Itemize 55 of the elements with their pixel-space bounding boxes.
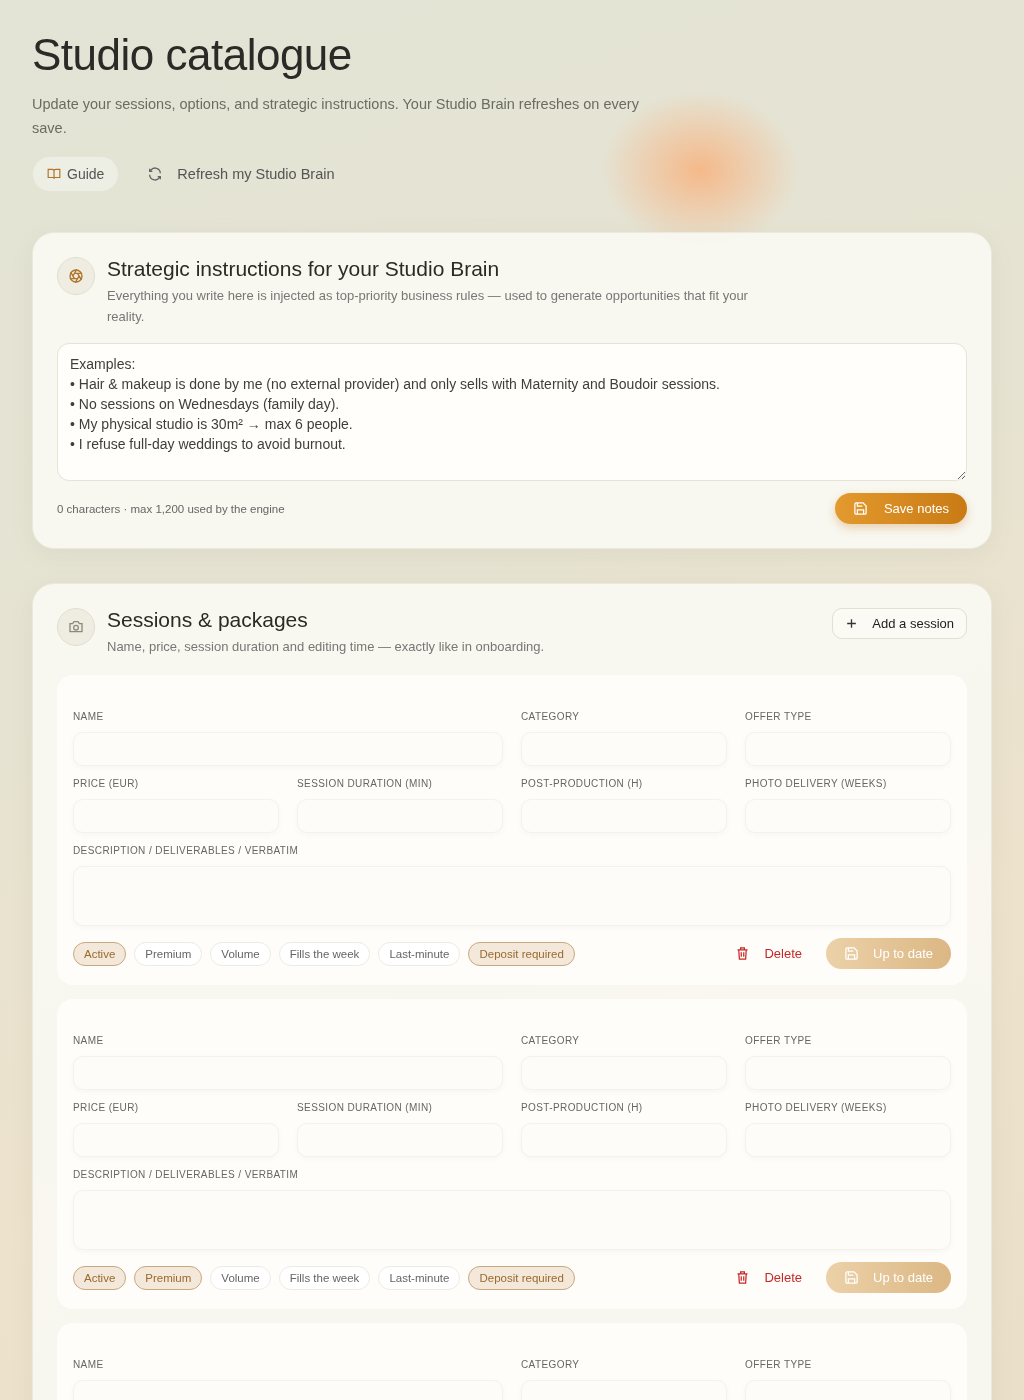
tag-chip[interactable]: Premium [134, 1265, 203, 1290]
book-icon [47, 167, 61, 181]
refresh-icon [147, 166, 164, 182]
section-description: Everything you write here is injected as top-priority business rules — used to generate opportunities that fit your reality. [107, 287, 749, 326]
tag-chip[interactable]: Volume [210, 941, 271, 966]
field-label: POST-PRODUCTION (H) [521, 778, 644, 789]
notes-field[interactable]: Examples: • Hair & makeup is done by me (no external provider) and only sells with Maternity and Boudoir sessions. • No sessions on Wednesdays (family day). • My physical studio is 30m² → max 6 people. • I refuse full-day weddings to avoid burnout. [57, 343, 967, 481]
section-description: Name, price, session duration and editing time — exactly like in onboarding. [107, 638, 546, 656]
field-label: CATEGORY [521, 1359, 581, 1370]
field-label: DESCRIPTION / DELIVERABLES / VERBATIM [73, 845, 300, 856]
trash-icon [735, 946, 751, 961]
field-label: PHOTO DELIVERY (WEEKS) [745, 1102, 888, 1113]
tag-chip[interactable]: Volume [210, 1265, 271, 1290]
save-icon [852, 501, 868, 516]
field-label: OFFER TYPE [745, 1035, 813, 1046]
character-counter: 0 characters · max 1,200 used by the engine [57, 502, 285, 515]
page-subtitle: Update your sessions, options, and strategic instructions. Your Studio Brain refreshes on every save. [32, 95, 640, 138]
field-label: OFFER TYPE [745, 1359, 813, 1370]
aperture-icon [57, 257, 95, 295]
field-label: SESSION DURATION (MIN) [297, 1102, 434, 1113]
field-label: POST-PRODUCTION (H) [521, 1102, 644, 1113]
tag-chip[interactable]: Deposit required [468, 1265, 575, 1290]
field-label: NAME [73, 1359, 105, 1370]
section-title: Sessions & packages [107, 608, 309, 632]
field-label: OFFER TYPE [745, 711, 813, 722]
section-title: Strategic instructions for your Studio Brain [107, 257, 501, 281]
tag-chip[interactable]: Fills the week [278, 941, 371, 966]
trash-icon [735, 1270, 751, 1285]
field-label: NAME [73, 711, 105, 722]
tag-chip[interactable]: Deposit required [468, 941, 575, 966]
tag-chip[interactable]: Active [73, 1265, 127, 1290]
field-label: PRICE (EUR) [73, 1102, 140, 1113]
field-label: DESCRIPTION / DELIVERABLES / VERBATIM [73, 1169, 300, 1180]
add-session-button[interactable]: Add a session [832, 608, 967, 639]
camera-icon [57, 608, 95, 646]
tag-chip[interactable]: Premium [134, 941, 203, 966]
refresh-button[interactable]: Refresh my Studio Brain [139, 158, 343, 190]
tag-chip[interactable]: Last-minute [378, 941, 461, 966]
delete-button[interactable]: Delete [729, 945, 808, 962]
guide-button[interactable]: Guide [32, 156, 120, 192]
save-icon [844, 1270, 859, 1285]
tag-chip[interactable]: Last-minute [378, 1265, 461, 1290]
field-label: SESSION DURATION (MIN) [297, 778, 434, 789]
save-notes-button[interactable]: Save notes [834, 493, 967, 524]
delete-button[interactable]: Delete [729, 1269, 808, 1286]
field-label: CATEGORY [521, 711, 581, 722]
tag-chip[interactable]: Active [73, 941, 127, 966]
field-label: PRICE (EUR) [73, 778, 140, 789]
field-label: CATEGORY [521, 1035, 581, 1046]
tag-chip[interactable]: Fills the week [278, 1265, 371, 1290]
save-icon [844, 946, 859, 961]
field-label: NAME [73, 1035, 105, 1046]
plus-icon [845, 617, 859, 630]
page-title: Studio catalogue [32, 30, 353, 80]
field-label: PHOTO DELIVERY (WEEKS) [745, 778, 888, 789]
